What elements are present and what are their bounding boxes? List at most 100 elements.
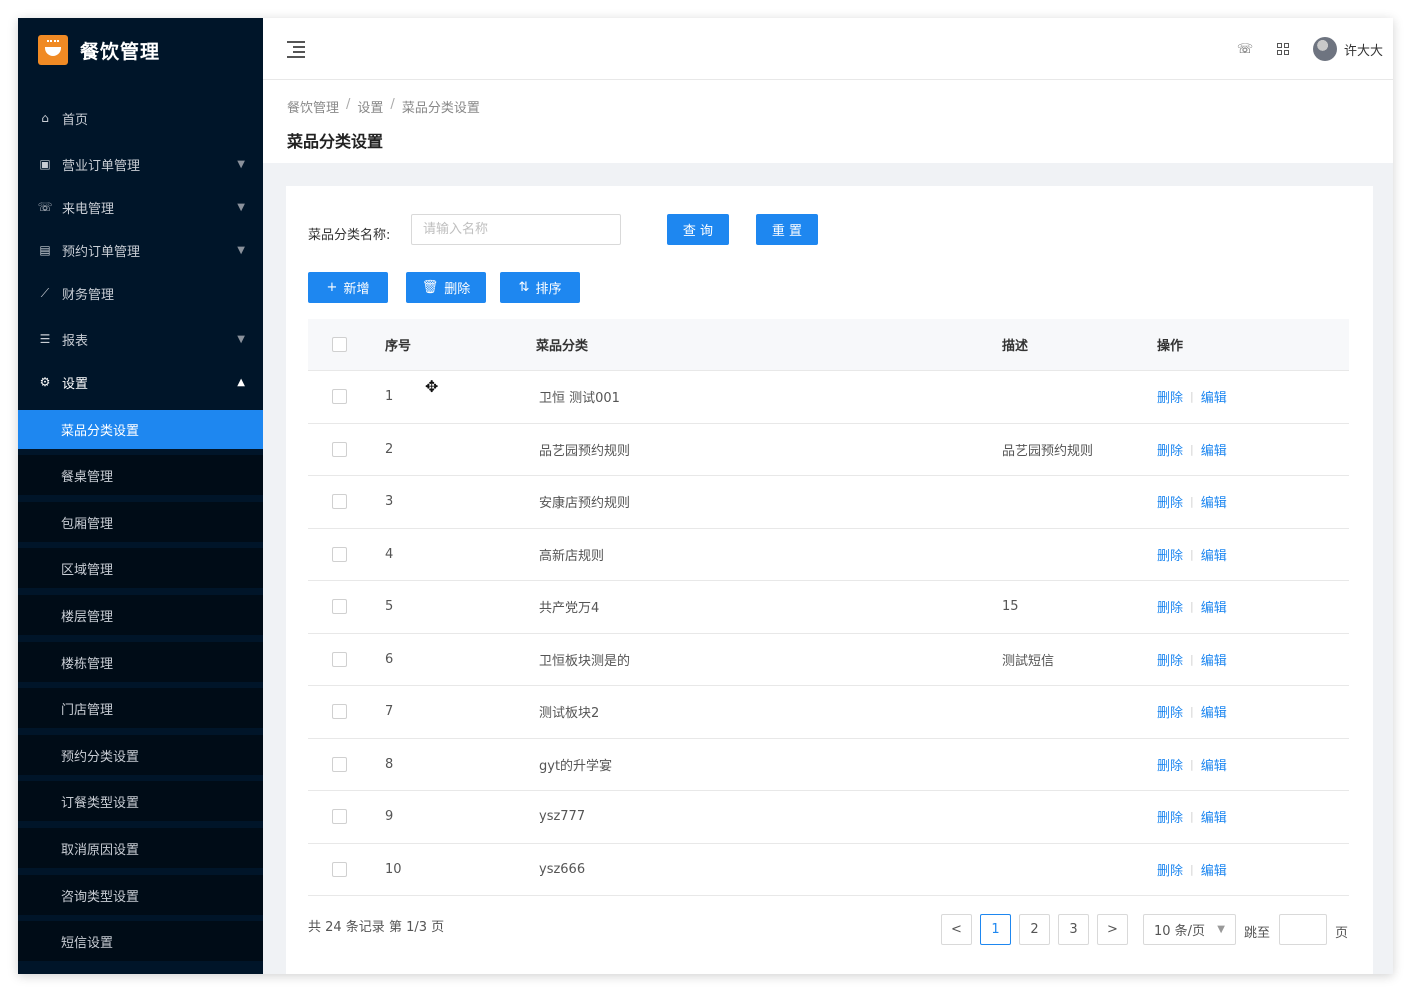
breadcrumb-item[interactable]: 设置: [357, 97, 383, 116]
category-name-input[interactable]: [411, 214, 621, 245]
row-delete-link[interactable]: 删除: [1157, 755, 1183, 774]
cell-category: 安康店预约规则: [539, 496, 631, 512]
sidebar-subitem[interactable]: 楼栋管理: [18, 642, 263, 682]
row-checkbox[interactable]: [332, 599, 347, 615]
cell-category: gyt的升学宴: [539, 758, 613, 774]
collapse-menu-icon[interactable]: [287, 41, 305, 58]
apps-grid-icon[interactable]: [1275, 41, 1291, 57]
username[interactable]: 许大大: [1344, 40, 1383, 59]
row-checkbox[interactable]: [332, 546, 347, 562]
cell-no: 10: [385, 861, 402, 877]
row-checkbox[interactable]: [332, 756, 347, 772]
chevron-down-icon: ▼: [237, 201, 245, 213]
row-edit-link[interactable]: 编辑: [1201, 755, 1227, 774]
prev-page-button[interactable]: <: [941, 914, 972, 945]
row-edit-link[interactable]: 编辑: [1201, 860, 1227, 879]
cell-desc: 15: [1002, 599, 1019, 615]
row-checkbox[interactable]: [332, 651, 347, 667]
row-delete-link[interactable]: 删除: [1157, 545, 1183, 564]
cell-no: 7: [385, 704, 394, 720]
page-button[interactable]: 2: [1019, 914, 1050, 945]
chevron-down-icon: ▼: [1217, 924, 1225, 935]
column-header-category: 菜品分类: [536, 339, 589, 354]
phone-icon[interactable]: ☏: [1237, 41, 1253, 57]
row-edit-link[interactable]: 编辑: [1201, 650, 1227, 669]
row-checkbox[interactable]: [332, 494, 347, 510]
row-delete-link[interactable]: 删除: [1157, 440, 1183, 459]
sidebar-subitem[interactable]: 包厢管理: [18, 502, 263, 542]
sidebar-item[interactable]: ⌂ 首页: [18, 98, 263, 138]
row-edit-link[interactable]: 编辑: [1201, 387, 1227, 406]
row-checkbox[interactable]: [332, 441, 347, 457]
sort-button[interactable]: ⇅ 排序: [500, 272, 580, 303]
sort-button-label: 排序: [535, 282, 562, 297]
delete-button[interactable]: 🗑 删除: [406, 272, 486, 303]
row-checkbox[interactable]: [332, 809, 347, 825]
search-label: 菜品分类名称:: [308, 228, 391, 243]
sidebar-item[interactable]: ⟋ 财务管理: [18, 273, 263, 313]
cell-category: ysz666: [539, 861, 586, 877]
category-table: 序号 菜品分类 描述 操作 1 卫恒 测试001 删除 | 编辑 2 品艺园预约规则 品艺园预…: [308, 319, 1349, 896]
page-button[interactable]: 3: [1058, 914, 1089, 945]
row-edit-link[interactable]: 编辑: [1201, 545, 1227, 564]
row-checkbox[interactable]: [332, 389, 347, 405]
row-edit-link[interactable]: 编辑: [1201, 597, 1227, 616]
sidebar-subitem[interactable]: 预约分类设置: [18, 735, 263, 775]
row-delete-link[interactable]: 删除: [1157, 650, 1183, 669]
row-delete-link[interactable]: 删除: [1157, 807, 1183, 826]
sidebar-subitem[interactable]: 区域管理: [18, 548, 263, 588]
move-cursor-icon: ✥: [425, 377, 439, 396]
sidebar-item[interactable]: ⚙ 设置 ▲: [18, 362, 263, 402]
row-delete-link[interactable]: 删除: [1157, 387, 1183, 406]
row-checkbox[interactable]: [332, 861, 347, 877]
avatar[interactable]: [1312, 37, 1337, 61]
sidebar-subitem[interactable]: 门店管理: [18, 688, 263, 728]
sidebar-item[interactable]: ☰ 报表 ▼: [18, 319, 263, 359]
sidebar-subitem[interactable]: 订餐类型设置: [18, 781, 263, 821]
chevron-down-icon: ▼: [237, 333, 245, 345]
sidebar-item-label: 预约订单管理: [62, 244, 141, 260]
breadcrumb-item[interactable]: 餐饮管理: [287, 97, 339, 116]
page-button[interactable]: 1: [980, 914, 1011, 945]
reset-button[interactable]: 重 置: [756, 214, 818, 245]
breadcrumb-item-current: 菜品分类设置: [401, 101, 480, 116]
sidebar-item[interactable]: ▣ 营业订单管理 ▼: [18, 144, 263, 184]
sidebar-subitem[interactable]: 楼层管理: [18, 595, 263, 635]
column-header-actions: 操作: [1157, 339, 1184, 354]
delete-button-label: 删除: [444, 282, 471, 297]
column-header-desc: 描述: [1002, 339, 1029, 354]
sidebar-item[interactable]: ☏ 来电管理 ▼: [18, 187, 263, 227]
select-all-checkbox[interactable]: [332, 337, 347, 352]
table-row: 2 品艺园预约规则 品艺园预约规则 删除 | 编辑: [308, 424, 1349, 476]
row-delete-link[interactable]: 删除: [1157, 860, 1183, 879]
row-delete-link[interactable]: 删除: [1157, 492, 1183, 511]
op-divider: |: [1190, 652, 1194, 666]
column-header-no: 序号: [385, 339, 412, 354]
page-size-select[interactable]: 10 条/页 ▼: [1143, 914, 1236, 945]
table-row: 7 测试板块2 删除 | 编辑: [308, 686, 1349, 739]
row-edit-link[interactable]: 编辑: [1201, 702, 1227, 721]
add-button[interactable]: + 新增: [308, 272, 388, 303]
page-size-value: 10 条/页: [1154, 924, 1206, 939]
query-button[interactable]: 查 询: [667, 214, 729, 245]
row-checkbox[interactable]: [332, 704, 347, 720]
sidebar-subitem[interactable]: 菜品分类设置: [18, 410, 263, 449]
cell-no: 2: [385, 441, 394, 457]
logo: 餐饮管理: [18, 18, 263, 82]
sidebar-subitem[interactable]: 咨询类型设置: [18, 875, 263, 915]
row-edit-link[interactable]: 编辑: [1201, 807, 1227, 826]
sidebar-subitem[interactable]: 餐桌管理: [18, 455, 263, 495]
cell-category: 卫恒 测试001: [539, 391, 620, 407]
row-delete-link[interactable]: 删除: [1157, 597, 1183, 616]
next-page-button[interactable]: >: [1097, 914, 1128, 945]
row-delete-link[interactable]: 删除: [1157, 702, 1183, 721]
sidebar-subitem[interactable]: 取消原因设置: [18, 828, 263, 868]
jump-page-input[interactable]: [1279, 914, 1327, 945]
chevron-down-icon: ▼: [237, 244, 245, 256]
sidebar-item-label: 报表: [62, 333, 89, 349]
top-header: ☏ 许大大: [263, 18, 1393, 80]
sidebar-subitem[interactable]: 短信设置: [18, 921, 263, 961]
sidebar-item[interactable]: ▤ 预约订单管理 ▼: [18, 230, 263, 270]
row-edit-link[interactable]: 编辑: [1201, 492, 1227, 511]
row-edit-link[interactable]: 编辑: [1201, 440, 1227, 459]
